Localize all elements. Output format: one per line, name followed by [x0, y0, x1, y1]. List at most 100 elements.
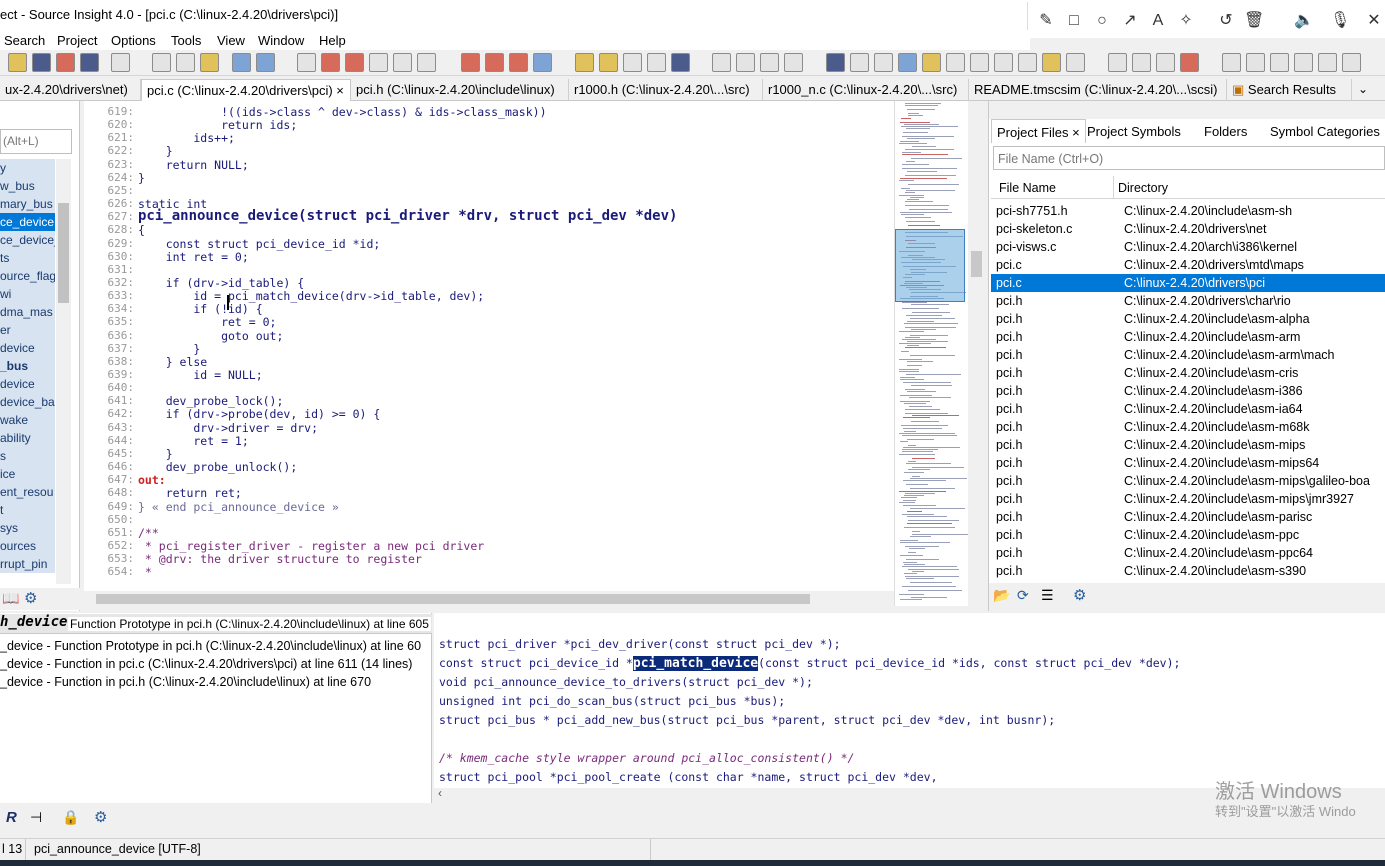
- gear-icon[interactable]: ⚙: [24, 589, 37, 607]
- symbol-item[interactable]: ources: [0, 537, 55, 555]
- minimap-viewport[interactable]: [895, 229, 965, 302]
- panel-5-icon[interactable]: [922, 53, 941, 72]
- menu-options[interactable]: Options: [111, 33, 156, 48]
- symbol-item[interactable]: ice: [0, 465, 55, 483]
- symbol-item[interactable]: s: [0, 447, 55, 465]
- scrollbar-thumb[interactable]: [971, 251, 982, 277]
- bookmark-icon[interactable]: [533, 53, 552, 72]
- magic-icon[interactable]: ✧: [1176, 11, 1196, 31]
- tab-folders[interactable]: Folders: [1199, 119, 1252, 143]
- copy-icon[interactable]: [176, 53, 195, 72]
- file-row[interactable]: pci.h C:\linux-2.4.20\include\asm-ppc: [991, 526, 1385, 544]
- reference-item[interactable]: _device - Function in pci.c (C:\linux-2.…: [0, 655, 421, 673]
- file-row[interactable]: pci.h C:\linux-2.4.20\include\asm-cris: [991, 364, 1385, 382]
- tab-close-icon[interactable]: ×: [1072, 125, 1080, 140]
- project-icon[interactable]: [575, 53, 594, 72]
- book-icon[interactable]: 📖: [2, 590, 19, 607]
- symbol-item[interactable]: er: [0, 321, 55, 339]
- replace-icon[interactable]: [369, 53, 388, 72]
- symbol-search-input[interactable]: (Alt+L): [0, 129, 72, 154]
- browse-icon[interactable]: [623, 53, 642, 72]
- font-e-icon[interactable]: [1318, 53, 1337, 72]
- reference-item[interactable]: _device - Function Prototype in pci.h (C…: [0, 637, 421, 655]
- gear-icon[interactable]: ⚙: [94, 808, 107, 826]
- sync-icon[interactable]: ⟳: [1017, 587, 1029, 604]
- tab-project-symbols[interactable]: Project Symbols: [1082, 119, 1186, 143]
- relation-r-icon[interactable]: R: [6, 809, 17, 826]
- menu-view[interactable]: View: [217, 33, 245, 48]
- layout1-icon[interactable]: [712, 53, 731, 72]
- symbol-item[interactable]: t: [0, 501, 55, 519]
- code-editor[interactable]: 619: !((ids->class ^ dev->class) & ids->…: [84, 101, 894, 591]
- tab-symbol-categories[interactable]: Symbol Categories: [1265, 119, 1385, 143]
- tab-r1000-h[interactable]: r1000.h (C:\linux-2.4.20\...\src): [569, 79, 763, 101]
- tab-project-files[interactable]: Project Files ×: [991, 119, 1086, 143]
- column-directory[interactable]: Directory: [1118, 181, 1168, 195]
- font-c-icon[interactable]: [1270, 53, 1289, 72]
- trash-icon[interactable]: 🗑: [1244, 11, 1264, 31]
- file-row[interactable]: pci-visws.c C:\linux-2.4.20\arch\i386\ker…: [991, 238, 1385, 256]
- panel-3-icon[interactable]: [874, 53, 893, 72]
- panel-6-icon[interactable]: [946, 53, 965, 72]
- cut-icon[interactable]: [152, 53, 171, 72]
- symbol-icon[interactable]: [599, 53, 618, 72]
- symbol-scrollbar[interactable]: [56, 159, 71, 584]
- symbol-item[interactable]: wake: [0, 411, 55, 429]
- menu-tools[interactable]: Tools: [171, 33, 201, 48]
- symbol-item[interactable]: ource_flag: [0, 267, 55, 285]
- save-as-icon[interactable]: [56, 53, 75, 72]
- relation-icon[interactable]: [671, 53, 690, 72]
- symbol-item[interactable]: device: [0, 375, 55, 393]
- text-icon[interactable]: A: [1148, 11, 1168, 31]
- outline-icon[interactable]: [1132, 53, 1151, 72]
- panel-7-icon[interactable]: [970, 53, 989, 72]
- file-row[interactable]: pci.h C:\linux-2.4.20\include\asm-ppc64: [991, 544, 1385, 562]
- circle-icon[interactable]: ○: [1092, 11, 1112, 31]
- symbol-item[interactable]: ability: [0, 429, 55, 447]
- forward-icon[interactable]: [485, 53, 504, 72]
- scroll-left-icon[interactable]: ‹: [438, 786, 442, 800]
- lock-icon[interactable]: 🔒: [62, 809, 79, 826]
- font-f-icon[interactable]: [1342, 53, 1361, 72]
- column-file-name[interactable]: File Name: [999, 181, 1056, 195]
- file-row[interactable]: pci.c C:\linux-2.4.20\drivers\mtd\maps: [991, 256, 1385, 274]
- file-row[interactable]: pci.h C:\linux-2.4.20\include\asm-mips\ga…: [991, 472, 1385, 490]
- symbol-item[interactable]: ts: [0, 249, 55, 267]
- font-b-icon[interactable]: [1246, 53, 1265, 72]
- symbol-item[interactable]: ent_resou: [0, 483, 55, 501]
- scrollbar-thumb[interactable]: [58, 203, 69, 303]
- jump-icon[interactable]: [509, 53, 528, 72]
- editor-hscrollbar[interactable]: [84, 591, 894, 607]
- tabs-dropdown-icon[interactable]: ⌄: [1358, 82, 1368, 96]
- symbol-item[interactable]: mary_bus: [0, 195, 55, 213]
- panel-p-icon[interactable]: [826, 53, 845, 72]
- layout3-icon[interactable]: [760, 53, 779, 72]
- layout2-icon[interactable]: [736, 53, 755, 72]
- layout4-icon[interactable]: [784, 53, 803, 72]
- search-files-icon[interactable]: [417, 53, 436, 72]
- file-row[interactable]: pci.h C:\linux-2.4.20\include\asm-m68k: [991, 418, 1385, 436]
- save-icon[interactable]: [32, 53, 51, 72]
- list-icon[interactable]: ☰: [1041, 587, 1054, 604]
- file-row[interactable]: pci.h C:\linux-2.4.20\include\asm-arm\mac…: [991, 346, 1385, 364]
- reference-item[interactable]: _device - Function in pci.h (C:\linux-2.…: [0, 673, 421, 691]
- font-a-icon[interactable]: [1222, 53, 1241, 72]
- menu-help[interactable]: Help: [319, 33, 346, 48]
- tab-search-results[interactable]: ▣ Search Results: [1227, 79, 1352, 101]
- speaker-icon[interactable]: 🔈: [1294, 11, 1314, 31]
- file-row[interactable]: pci-sh7751.h C:\linux-2.4.20\include\asm-…: [991, 202, 1385, 220]
- file-row[interactable]: pci.h C:\linux-2.4.20\include\asm-s390: [991, 562, 1385, 580]
- tab-r1000-n[interactable]: r1000_n.c (C:\linux-2.4.20\...\src): [763, 79, 969, 101]
- symbol-item[interactable]: ce_device_: [0, 231, 55, 249]
- tree-icon[interactable]: ⊣: [30, 809, 42, 826]
- swap-icon[interactable]: [393, 53, 412, 72]
- menu-window[interactable]: Window: [258, 33, 304, 48]
- font-d-icon[interactable]: [1294, 53, 1313, 72]
- panel-10-icon[interactable]: [1042, 53, 1061, 72]
- tab-pci-h[interactable]: pci.h (C:\linux-2.4.20\include\linux): [351, 79, 569, 101]
- tab-pci-c[interactable]: pci.c (C:\linux-2.4.20\drivers\pci) ×: [141, 79, 351, 101]
- symbol-item[interactable]: device: [0, 339, 55, 357]
- symbol-item[interactable]: device_ba: [0, 393, 55, 411]
- file-name-search-input[interactable]: File Name (Ctrl+O): [993, 146, 1385, 170]
- file-row[interactable]: pci.h C:\linux-2.4.20\include\asm-mips\jm…: [991, 490, 1385, 508]
